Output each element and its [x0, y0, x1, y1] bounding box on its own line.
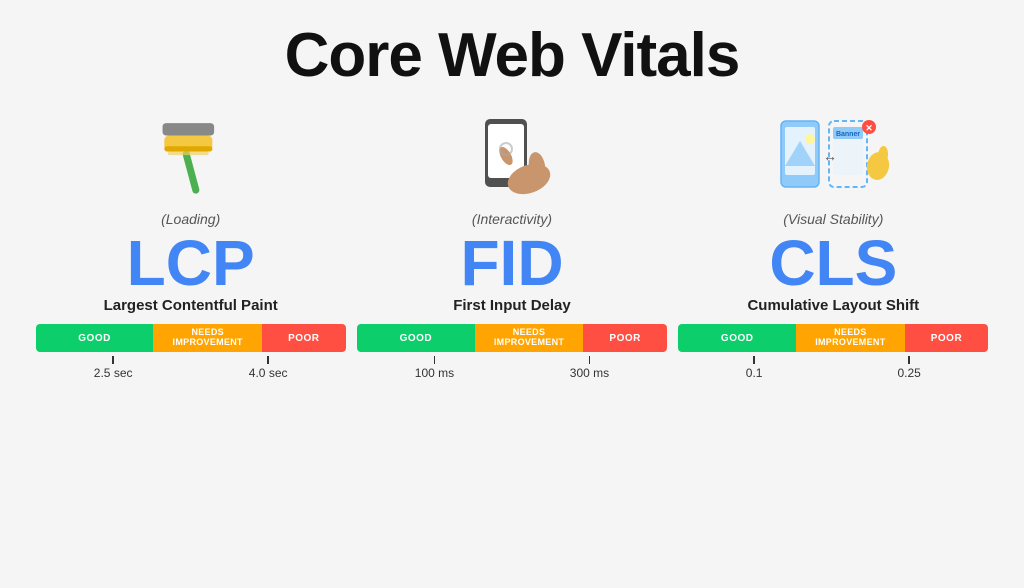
lcp-acronym: LCP — [127, 231, 255, 295]
metric-lcp: (Loading) LCP Largest Contentful Paint G… — [36, 101, 346, 578]
fid-bar: GOOD NEEDS IMPROVEMENT POOR — [357, 324, 667, 352]
lcp-bar-good: GOOD — [36, 324, 154, 352]
fid-tick-2: 300 ms — [570, 356, 609, 380]
lcp-icon-area — [151, 101, 231, 211]
cls-bar: GOOD NEEDS IMPROVEMENT POOR — [678, 324, 988, 352]
metric-fid: (Interactivity) FID First Input Delay GO… — [357, 101, 667, 578]
lcp-tick-1: 2.5 sec — [94, 356, 133, 380]
fid-icon-area — [457, 101, 567, 211]
cls-bar-needs: NEEDS IMPROVEMENT — [796, 324, 905, 352]
cls-description: Cumulative Layout Shift — [747, 297, 919, 314]
svg-text:↔: ↔ — [823, 148, 837, 164]
cls-bar-poor: POOR — [905, 324, 989, 352]
lcp-bar-needs: NEEDS IMPROVEMENT — [153, 324, 262, 352]
fid-tick-1: 100 ms — [415, 356, 454, 380]
fid-subtitle: (Interactivity) — [472, 211, 552, 227]
lcp-bar-poor: POOR — [262, 324, 346, 352]
cls-bar-labels: 0.1 0.25 — [678, 356, 988, 380]
fid-bar-container: GOOD NEEDS IMPROVEMENT POOR 100 ms 300 m… — [357, 324, 667, 380]
phone-tap-icon — [457, 114, 567, 199]
metrics-columns: (Loading) LCP Largest Contentful Paint G… — [30, 101, 994, 578]
lcp-subtitle: (Loading) — [161, 211, 220, 227]
fid-bar-poor: POOR — [583, 324, 667, 352]
lcp-description: Largest Contentful Paint — [104, 297, 278, 314]
paint-roller-icon — [151, 116, 231, 196]
fid-acronym: FID — [460, 231, 563, 295]
lcp-tick-2: 4.0 sec — [249, 356, 288, 380]
cls-subtitle: (Visual Stability) — [783, 211, 883, 227]
cls-bar-good: GOOD — [678, 324, 796, 352]
lcp-bar-container: GOOD NEEDS IMPROVEMENT POOR 2.5 sec 4.0 … — [36, 324, 346, 380]
cls-tick-1: 0.1 — [746, 356, 763, 380]
fid-bar-good: GOOD — [357, 324, 475, 352]
cls-tick-2: 0.25 — [897, 356, 920, 380]
fid-bar-needs: NEEDS IMPROVEMENT — [475, 324, 584, 352]
cls-bar-container: GOOD NEEDS IMPROVEMENT POOR 0.1 0.25 — [678, 324, 988, 380]
fid-description: First Input Delay — [453, 297, 571, 314]
fid-bar-labels: 100 ms 300 ms — [357, 356, 667, 380]
lcp-bar: GOOD NEEDS IMPROVEMENT POOR — [36, 324, 346, 352]
svg-text:✕: ✕ — [866, 123, 874, 133]
metric-cls: Banner ✕ ↔ (Visual Stability) CLS Cumula… — [678, 101, 988, 578]
lcp-bar-labels: 2.5 sec 4.0 sec — [36, 356, 346, 380]
svg-text:Banner: Banner — [836, 131, 860, 138]
layout-shift-icon: Banner ✕ ↔ — [773, 111, 893, 201]
cls-icon-area: Banner ✕ ↔ — [773, 101, 893, 211]
cls-acronym: CLS — [769, 231, 897, 295]
page-title: Core Web Vitals — [285, 20, 740, 91]
